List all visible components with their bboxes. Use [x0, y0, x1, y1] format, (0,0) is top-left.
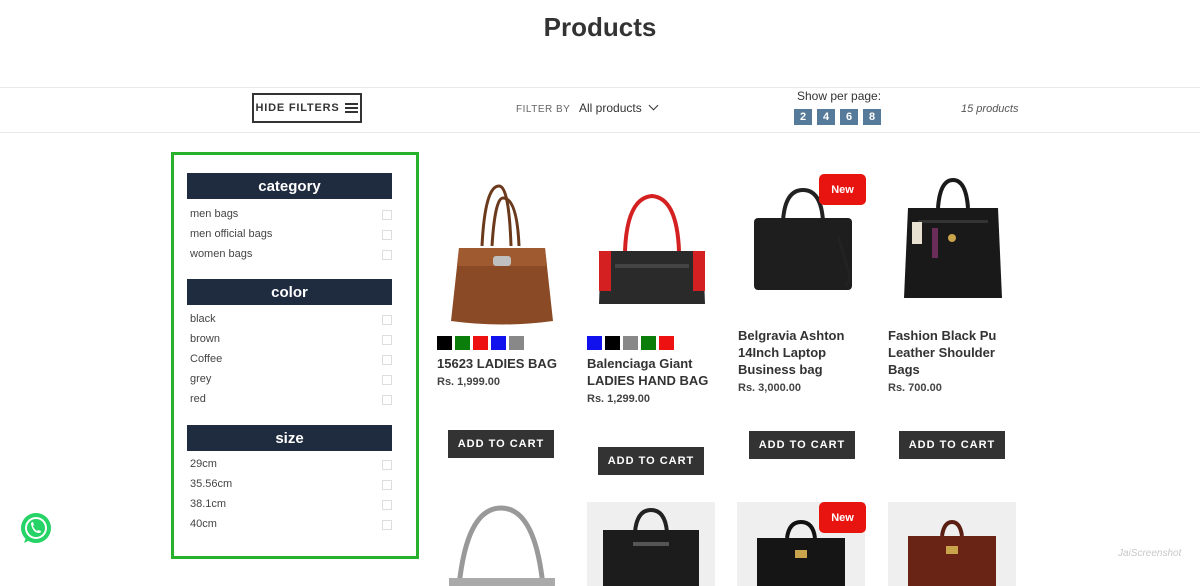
filter-checkbox[interactable] [382, 315, 392, 325]
filter-option-label: black [190, 313, 216, 325]
filter-select-value: All products [579, 101, 642, 115]
color-swatch[interactable] [509, 336, 524, 350]
product-image[interactable] [437, 176, 567, 336]
filter-option-label: women bags [190, 248, 253, 260]
add-to-cart-button[interactable]: ADD TO CART [899, 431, 1005, 459]
product-card: 15623 LADIES BAG Rs. 1,999.00 [437, 176, 567, 388]
product-name[interactable]: Fashion Black Pu Leather Shoulder Bags [888, 327, 1018, 378]
color-swatch[interactable] [587, 336, 602, 350]
filter-checkbox[interactable] [382, 500, 392, 510]
hide-filters-button[interactable]: HIDE FILTERS [252, 93, 362, 123]
collection-toolbar: HIDE FILTERS FILTER BY All products Show… [0, 87, 1200, 133]
product-count: 15 products [961, 103, 1019, 115]
filter-checkbox[interactable] [382, 480, 392, 490]
filter-by-label: FILTER BY [516, 104, 571, 115]
filter-option-label: Coffee [190, 353, 223, 365]
filter-option[interactable]: black [190, 313, 392, 329]
watermark: JaiScreenshot [1118, 548, 1182, 559]
chevron-down-icon [648, 100, 659, 111]
product-image[interactable] [888, 502, 1016, 586]
filter-group-title-size: size [187, 425, 392, 451]
filter-option[interactable]: red [190, 393, 392, 409]
filter-option[interactable]: men bags [190, 208, 392, 224]
product-price: Rs. 1,299.00 [587, 393, 650, 405]
product-price: Rs. 700.00 [888, 382, 942, 394]
filter-option-label: men bags [190, 208, 239, 220]
color-swatch[interactable] [437, 336, 452, 350]
product-image[interactable] [587, 176, 717, 336]
filter-checkbox[interactable] [382, 375, 392, 385]
filter-option-label: 29cm [190, 458, 217, 470]
color-swatch[interactable] [491, 336, 506, 350]
per-page-label: Show per page: [797, 89, 882, 103]
filter-sidebar: category men bags men official bags wome… [171, 152, 419, 559]
hide-filters-label: HIDE FILTERS [255, 102, 340, 114]
color-swatches [437, 336, 567, 350]
product-image[interactable] [437, 502, 567, 586]
color-swatch[interactable] [473, 336, 488, 350]
add-to-cart-button[interactable]: ADD TO CART [749, 431, 855, 459]
per-page-options: 2 4 6 8 [794, 109, 881, 125]
filter-option-label: red [190, 393, 206, 405]
color-swatch[interactable] [623, 336, 638, 350]
product-name[interactable]: Balenciaga Giant LADIES HAND BAG [587, 355, 717, 389]
filter-checkbox[interactable] [382, 250, 392, 260]
product-image[interactable] [888, 176, 1018, 322]
filter-option[interactable]: men official bags [190, 228, 392, 244]
filter-option-label: grey [190, 373, 212, 385]
per-page-button-6[interactable]: 6 [840, 109, 858, 125]
product-price: Rs. 3,000.00 [738, 382, 801, 394]
new-badge: New [819, 502, 866, 533]
new-badge: New [819, 174, 866, 205]
color-swatch[interactable] [641, 336, 656, 350]
filter-group-title-color: color [187, 279, 392, 305]
filter-select[interactable]: All products [579, 100, 659, 115]
filter-option-label: brown [190, 333, 220, 345]
color-swatches [587, 336, 717, 350]
filter-group-title-category: category [187, 173, 392, 199]
product-name[interactable]: Belgravia Ashton 14Inch Laptop Business … [738, 327, 868, 378]
product-card: Belgravia Ashton 14Inch Laptop Business … [738, 176, 868, 394]
product-card: Fashion Black Pu Leather Shoulder Bags R… [888, 176, 1018, 394]
per-page-button-8[interactable]: 8 [863, 109, 881, 125]
product-card: Balenciaga Giant LADIES HAND BAG Rs. 1,2… [587, 176, 717, 405]
filter-option-label: men official bags [190, 228, 273, 240]
filter-option[interactable]: 40cm [190, 518, 392, 534]
filter-option[interactable]: women bags [190, 248, 392, 264]
product-image[interactable] [587, 502, 715, 586]
filter-checkbox[interactable] [382, 355, 392, 365]
per-page-button-2[interactable]: 2 [794, 109, 812, 125]
color-swatch[interactable] [455, 336, 470, 350]
add-to-cart-button[interactable]: ADD TO CART [598, 447, 704, 475]
filter-option-label: 40cm [190, 518, 217, 530]
page-title: Products [543, 12, 657, 42]
hamburger-icon [345, 103, 359, 113]
filter-checkbox[interactable] [382, 395, 392, 405]
filter-checkbox[interactable] [382, 230, 392, 240]
per-page-button-4[interactable]: 4 [817, 109, 835, 125]
filter-checkbox[interactable] [382, 520, 392, 530]
filter-checkbox[interactable] [382, 335, 392, 345]
filter-checkbox[interactable] [382, 210, 392, 220]
color-swatch[interactable] [659, 336, 674, 350]
add-to-cart-button[interactable]: ADD TO CART [448, 430, 554, 458]
filter-option[interactable]: 38.1cm [190, 498, 392, 514]
product-name[interactable]: 15623 LADIES BAG [437, 355, 567, 372]
whatsapp-icon[interactable] [19, 512, 53, 546]
filter-checkbox[interactable] [382, 460, 392, 470]
filter-option[interactable]: Coffee [190, 353, 392, 369]
product-price: Rs. 1,999.00 [437, 376, 500, 388]
filter-option[interactable]: grey [190, 373, 392, 389]
filter-option-label: 38.1cm [190, 498, 227, 510]
filter-option-label: 35.56cm [190, 478, 233, 490]
filter-option[interactable]: brown [190, 333, 392, 349]
filter-option[interactable]: 29cm [190, 458, 392, 474]
filter-option[interactable]: 35.56cm [190, 478, 392, 494]
color-swatch[interactable] [605, 336, 620, 350]
